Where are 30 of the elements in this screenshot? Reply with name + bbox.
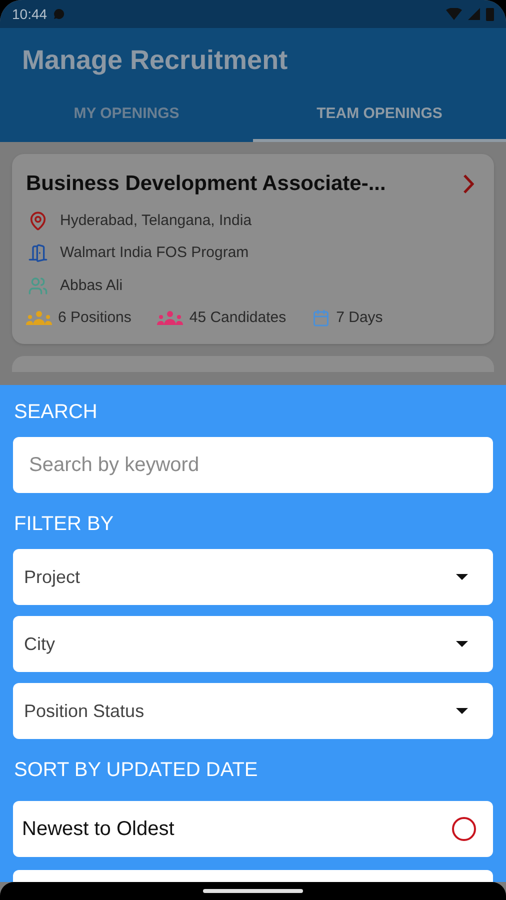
section-label: SORT BY UPDATED DATE	[13, 758, 259, 783]
location-pin-icon	[28, 210, 48, 231]
stat-text: 45 Candidates	[189, 308, 286, 328]
dropdown-field[interactable]: Project	[13, 549, 493, 605]
dropdown-caret-icon	[456, 708, 468, 714]
dropdown-caret-icon	[456, 641, 468, 647]
chevron-right-icon	[463, 174, 474, 194]
status-time: 10:44	[12, 4, 48, 24]
wifi-icon	[446, 8, 462, 20]
search-field[interactable]: Search by keyword	[13, 437, 493, 493]
section-label: SEARCH	[13, 400, 98, 425]
door-icon	[28, 243, 48, 264]
detail-text: Hyderabad, Telangana, India	[60, 210, 252, 230]
detail-text: Walmart India FOS Program	[60, 243, 249, 263]
people-icon	[28, 276, 48, 296]
battery-icon	[486, 7, 494, 21]
opening-card[interactable]: Business Development Associate-... Hyderabad, Telangana, India Walmart India FOS Program Abbas Ali 6 Positions 45 Candidates 7 Days	[12, 154, 494, 344]
dropdown-field[interactable]: City	[13, 616, 493, 672]
app-title: Manage Recruitment	[22, 45, 288, 75]
sort-option[interactable]: Newest to Oldest	[13, 801, 493, 857]
signal-icon	[468, 8, 480, 20]
dropdown-field[interactable]: Position Status	[13, 683, 493, 739]
radio-button[interactable]	[452, 817, 476, 841]
opening-title: Business Development Associate-...	[26, 171, 386, 197]
section-label: FILTER BY	[13, 512, 115, 537]
dropdown-caret-icon	[456, 574, 468, 580]
detail-text: Abbas Ali	[60, 276, 123, 296]
stat-text: 7 Days	[336, 308, 383, 328]
stat-text: 6 Positions	[58, 308, 132, 328]
chat-icon	[53, 8, 66, 20]
